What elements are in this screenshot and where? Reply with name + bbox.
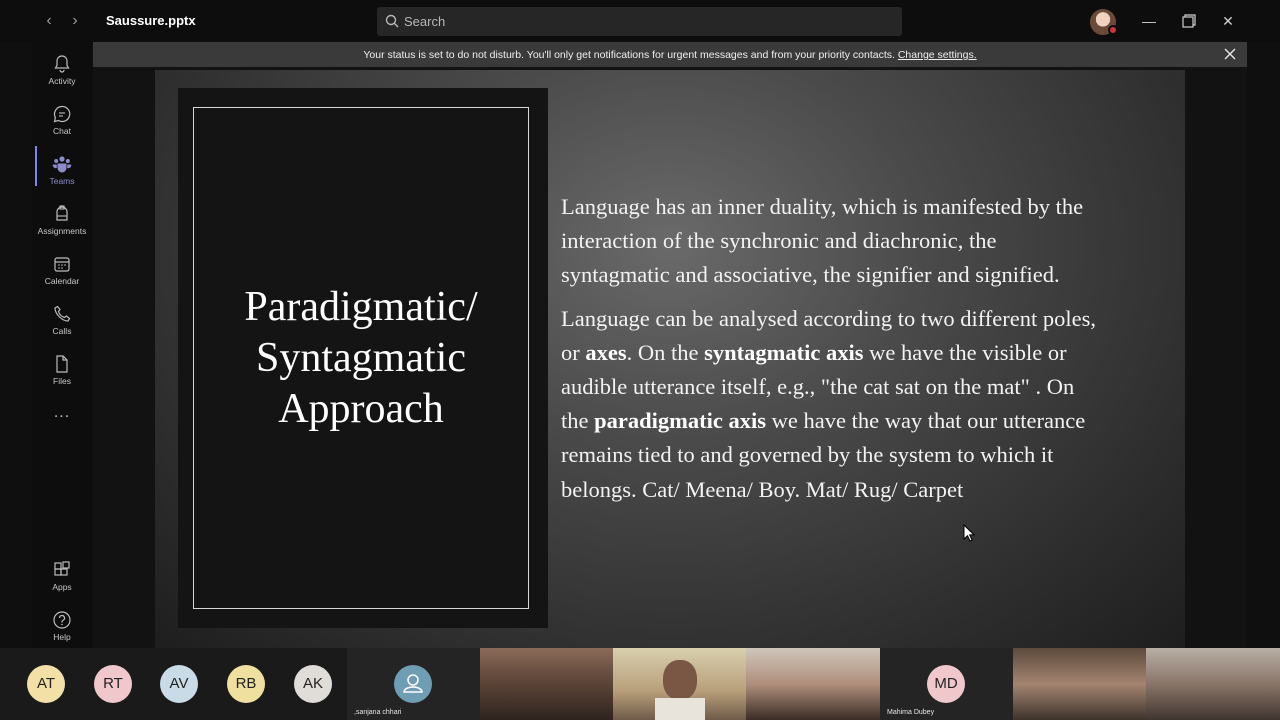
participant-initials: AV [169, 675, 189, 692]
bold-term: syntagmatic axis [704, 339, 864, 365]
participant-name: ,sanjana chhari [354, 709, 402, 716]
rail-item-label: Calls [52, 326, 72, 336]
slide-title-line: Syntagmatic [256, 335, 466, 381]
participant-shoulders [655, 698, 705, 720]
rail-item-files[interactable]: Files [32, 350, 92, 398]
rail-item-label: Files [53, 376, 71, 386]
participant-video-tile[interactable] [1013, 648, 1146, 720]
participant-initials: AT [36, 675, 56, 692]
calendar-icon [54, 257, 70, 272]
participant-tile-mahima[interactable]: MD Mahima Dubey [880, 648, 1013, 720]
close-window-icon[interactable]: ✕ [1217, 10, 1239, 32]
bell-icon [54, 55, 70, 73]
assignments-icon [56, 205, 68, 221]
participant-video-tile[interactable] [1146, 648, 1280, 720]
slide-title-line: Approach [278, 386, 444, 432]
minimize-icon[interactable]: — [1138, 10, 1160, 32]
participant-video-tile[interactable] [746, 648, 880, 720]
rail-item-activity[interactable]: Activity [32, 50, 92, 98]
slide-paragraph-1: Language has an inner duality, which is … [561, 194, 1084, 288]
file-icon [56, 355, 68, 373]
slide-body: Language has an inner duality, which is … [561, 190, 1106, 516]
participant-avatar-rt[interactable]: RT [94, 665, 132, 703]
bold-term: axes [585, 339, 627, 365]
rail-item-label: Chat [53, 126, 71, 136]
participant-initials: RT [103, 675, 123, 692]
rail-item-apps[interactable]: Apps [32, 556, 92, 604]
bold-term: paradigmatic axis [594, 408, 766, 434]
app-rail: Activity Chat Teams Assignments Calendar… [32, 42, 92, 648]
participant-avatar-ak[interactable]: AK [294, 665, 332, 703]
mouse-cursor-icon [963, 524, 975, 542]
more-apps-icon[interactable]: ... [32, 404, 92, 422]
participant-initials: AK [302, 675, 323, 692]
search-icon [385, 14, 399, 28]
rail-item-label: Activity [48, 76, 76, 86]
rail-item-label: Help [53, 632, 71, 642]
slide-paragraph-2: Language can be analysed according to tw… [561, 302, 1106, 507]
rail-item-label: Apps [52, 582, 72, 592]
search-box[interactable]: Search [377, 7, 902, 36]
back-arrow-icon[interactable]: ‹ [38, 10, 60, 32]
person-avatar-icon [394, 665, 432, 703]
document-title: Saussure.pptx [106, 13, 196, 28]
banner-text: Your status is set to do not disturb. Yo… [363, 49, 895, 61]
search-placeholder: Search [404, 14, 446, 29]
participant-name: Mahima Dubey [887, 709, 935, 716]
rail-item-label: Assignments [37, 226, 87, 236]
close-icon[interactable] [1223, 47, 1237, 61]
help-icon [53, 611, 71, 629]
participants-strip: AT RT AV RB AK ,sanjana chhari MD Mahima… [0, 648, 1280, 720]
paragraph-text: . On the [626, 339, 705, 365]
phone-icon [54, 305, 71, 322]
rail-item-chat[interactable]: Chat [32, 100, 92, 148]
rail-item-teams[interactable]: Teams [32, 150, 92, 198]
title-bar: ‹ › Saussure.pptx Search — ✕ [0, 0, 1280, 42]
dnd-notification-banner: Your status is set to do not disturb. Yo… [93, 42, 1247, 67]
do-not-disturb-status-icon [1108, 25, 1118, 35]
banner-message: Your status is set to do not disturb. Yo… [93, 49, 1247, 61]
forward-arrow-icon[interactable]: › [64, 10, 86, 32]
participant-avatar-at[interactable]: AT [27, 665, 65, 703]
rail-item-help[interactable]: Help [32, 606, 92, 654]
rail-item-calls[interactable]: Calls [32, 300, 92, 348]
participant-tile-sanjana[interactable]: ,sanjana chhari [347, 648, 480, 720]
rail-item-assignments[interactable]: Assignments [32, 200, 92, 248]
participant-initials: RB [235, 675, 257, 692]
change-settings-link[interactable]: Change settings. [898, 49, 977, 61]
restore-icon[interactable] [1178, 10, 1200, 32]
rail-item-calendar[interactable]: Calendar [32, 250, 92, 298]
participant-avatar-av[interactable]: AV [160, 665, 198, 703]
participant-face [663, 660, 697, 700]
participant-avatar-rb[interactable]: RB [227, 665, 265, 703]
rail-item-label: Calendar [44, 276, 80, 286]
participant-initials: MD [934, 675, 958, 692]
participant-video-tile[interactable] [480, 648, 613, 720]
slide-title-line: Paradigmatic/ [244, 284, 478, 330]
teams-icon [52, 156, 72, 173]
slide-title: Paradigmatic/ Syntagmatic Approach [193, 282, 529, 435]
rail-item-label: Teams [49, 176, 75, 186]
participant-video-tile[interactable] [613, 648, 746, 720]
apps-icon [54, 561, 70, 576]
participant-avatar-md: MD [927, 665, 965, 703]
chat-icon [53, 105, 71, 123]
